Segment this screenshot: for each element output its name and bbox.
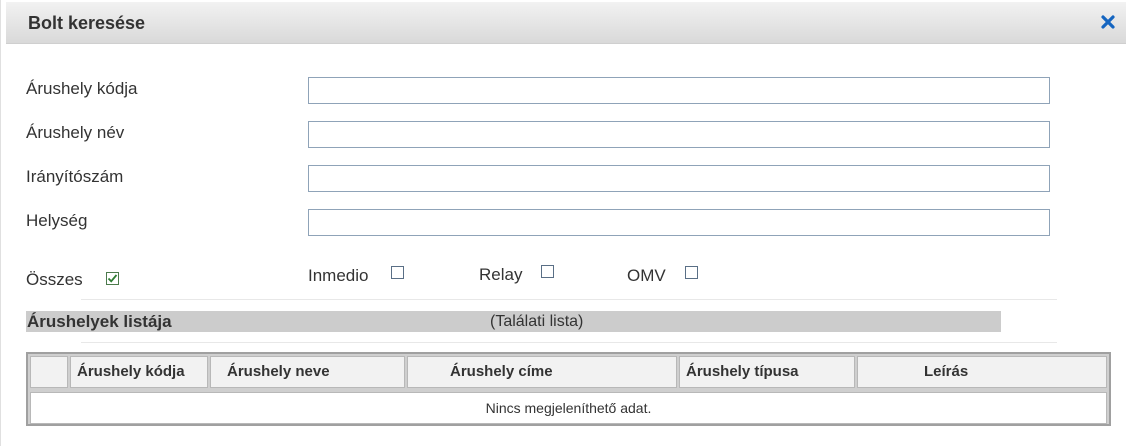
grid-header-row: Árushely kódja Árushely neve Árushely cí… <box>28 354 1109 390</box>
shop-search-dialog: Bolt keresése Árushely kódja Árushely né… <box>0 0 1126 446</box>
filter-inmedio-label: Inmedio <box>308 266 369 285</box>
close-button[interactable] <box>1099 13 1117 31</box>
shop-name-input[interactable] <box>308 121 1050 148</box>
label-shop-code: Árushely kódja <box>26 79 138 98</box>
postal-code-input[interactable] <box>308 165 1050 192</box>
separator <box>81 299 1057 300</box>
filter-all-label: Összes <box>26 270 83 289</box>
shop-code-input[interactable] <box>308 77 1050 104</box>
filter-omv-checkbox[interactable] <box>685 266 698 279</box>
column-header-shop-code[interactable]: Árushely kódja <box>70 356 208 388</box>
label-city: Helység <box>26 211 88 230</box>
empty-message: Nincs megjeleníthető adat. <box>485 400 652 416</box>
column-header-shop-name[interactable]: Árushely neve <box>210 356 405 388</box>
results-section-header: Árushelyek listája (Találati lista) <box>26 311 1001 332</box>
dialog-titlebar: Bolt keresése <box>6 2 1126 44</box>
column-header-shop-address[interactable]: Árushely címe <box>407 356 677 388</box>
label-shop-name: Árushely név <box>26 123 125 142</box>
filter-omv-label: OMV <box>627 266 666 285</box>
filter-inmedio-checkbox[interactable] <box>391 266 404 279</box>
dialog-title: Bolt keresése <box>28 13 146 33</box>
grid-empty-row: Nincs megjeleníthető adat. <box>30 392 1107 424</box>
filter-relay-label: Relay <box>479 265 523 284</box>
checkmark-icon <box>107 274 118 283</box>
filter-all-checkbox[interactable] <box>106 272 119 285</box>
separator <box>81 342 1057 343</box>
label-postal-code: Irányítószám <box>26 167 124 186</box>
column-header-select[interactable] <box>30 356 68 388</box>
results-subtitle: (Találati lista) <box>490 313 584 330</box>
city-input[interactable] <box>308 209 1050 236</box>
filter-relay-checkbox[interactable] <box>541 265 554 278</box>
column-header-description[interactable]: Leírás <box>857 356 1107 388</box>
close-x-icon <box>1101 15 1115 29</box>
column-header-shop-type[interactable]: Árushely típusa <box>679 356 855 388</box>
results-title: Árushelyek listája <box>27 312 172 331</box>
results-grid: Árushely kódja Árushely neve Árushely cí… <box>26 352 1111 426</box>
